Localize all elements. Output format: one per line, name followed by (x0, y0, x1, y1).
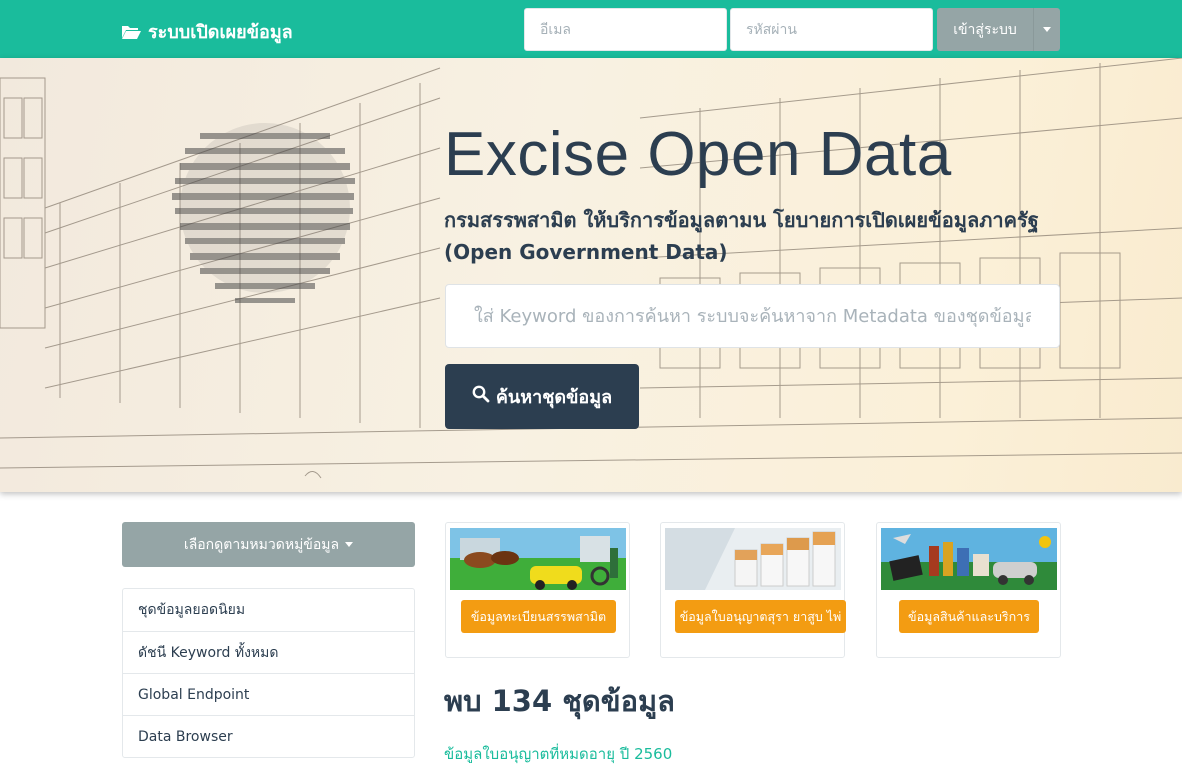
excise-registration-button[interactable]: ข้อมูลทะเบียนสรรพสามิต (461, 600, 616, 633)
login-button[interactable]: เข้าสู่ระบบ (937, 8, 1033, 51)
login-options-toggle[interactable] (1033, 8, 1060, 51)
sidebar-item-keyword-index[interactable]: ดัชนี Keyword ทั้งหมด (123, 631, 414, 673)
dataset-link[interactable]: ข้อมูลใบอนุญาตที่หมดอายุ ปี 2560 (444, 742, 672, 766)
sidebar-item-label: ดัชนี Keyword ทั้งหมด (138, 644, 279, 661)
license-image[interactable] (665, 528, 841, 590)
category-card-license: ข้อมูลใบอนุญาตสุรา ยาสูบ ไพ่ (660, 522, 846, 658)
sidebar-item-label: ชุดข้อมูลยอดนิยม (138, 602, 246, 618)
category-button-label: เลือกดูตามหมวดหมู่ข้อมูล (183, 536, 340, 553)
hero-subtitle: กรมสรรพสามิต ให้บริการข้อมูลตามน โยบายกา… (444, 208, 1039, 264)
hero-banner: Excise Open Data กรมสรรพสามิต ให้บริการข… (0, 58, 1182, 492)
hero-title: Excise Open Data (444, 120, 952, 189)
goods-services-image[interactable] (881, 528, 1057, 590)
sidebar-item-data-browser[interactable]: Data Browser (123, 715, 414, 757)
caret-down-icon (1043, 27, 1051, 32)
brand-label: ระบบเปิดเผยข้อมูล (148, 22, 293, 43)
search-datasets-button[interactable]: ค้นหาชุดข้อมูล (445, 364, 639, 429)
email-field[interactable] (524, 8, 727, 51)
results-count-heading: พบ 134 ชุดข้อมูล (444, 684, 675, 718)
sidebar-menu: ชุดข้อมูลยอดนิยม ดัชนี Keyword ทั้งหมด G… (122, 588, 415, 758)
category-dropdown-button[interactable]: เลือกดูตามหมวดหมู่ข้อมูล (122, 522, 415, 567)
sidebar-item-label: Global Endpoint (138, 686, 250, 703)
goods-services-button[interactable]: ข้อมูลสินค้าและบริการ (899, 600, 1039, 633)
card-button-label: ข้อมูลสินค้าและบริการ (908, 608, 1030, 624)
sidebar-item-label: Data Browser (138, 728, 233, 745)
password-field[interactable] (730, 8, 933, 51)
search-button-label: ค้นหาชุดข้อมูล (495, 387, 613, 408)
card-button-label: ข้อมูลทะเบียนสรรพสามิต (470, 608, 607, 624)
excise-registration-image[interactable] (450, 528, 626, 590)
category-card-goods-services: ข้อมูลสินค้าและบริการ (876, 522, 1061, 658)
sidebar-item-global-endpoint[interactable]: Global Endpoint (123, 673, 414, 715)
top-navbar: ระบบเปิดเผยข้อมูล เข้าสู่ระบบ (0, 0, 1182, 58)
caret-down-icon (345, 542, 354, 547)
login-button-label: เข้าสู่ระบบ (953, 21, 1017, 38)
license-button[interactable]: ข้อมูลใบอนุญาตสุรา ยาสูบ ไพ่ (675, 600, 846, 633)
sidebar-item-popular-datasets[interactable]: ชุดข้อมูลยอดนิยม (123, 589, 414, 631)
search-icon (472, 385, 490, 408)
folder-open-icon (121, 24, 141, 40)
category-card-excise-registration: ข้อมูลทะเบียนสรรพสามิต (445, 522, 630, 658)
card-button-label: ข้อมูลใบอนุญาตสุรา ยาสูบ ไพ่ (679, 608, 842, 624)
dataset-search-input[interactable] (445, 284, 1060, 348)
brand-link[interactable]: ระบบเปิดเผยข้อมูล (121, 17, 293, 46)
